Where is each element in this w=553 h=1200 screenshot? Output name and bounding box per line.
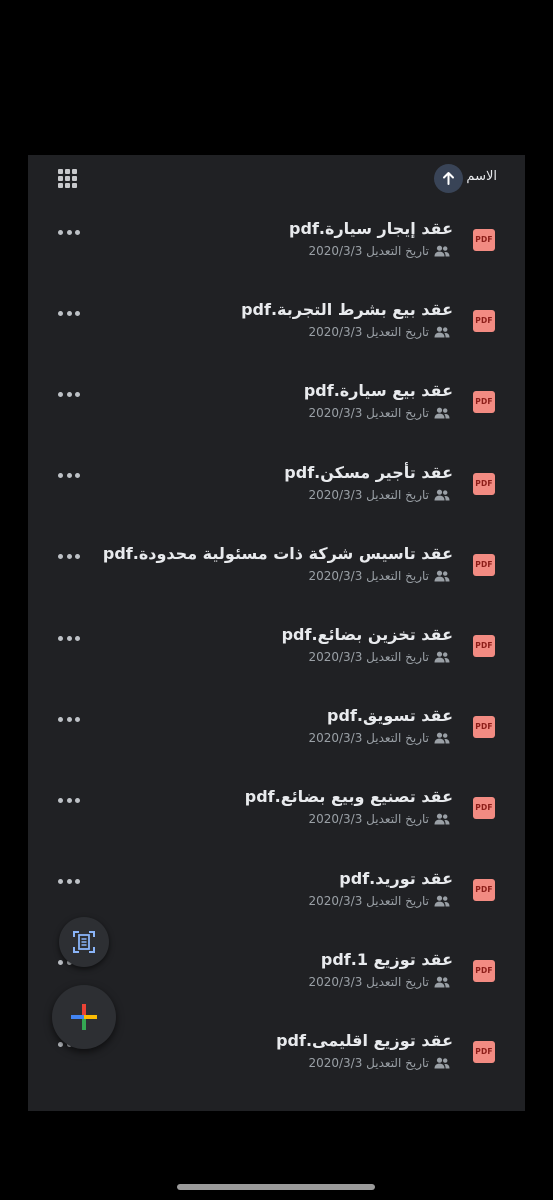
more-options-icon[interactable] — [58, 471, 80, 481]
arrow-up-icon — [443, 172, 454, 185]
more-options-icon[interactable] — [58, 389, 80, 399]
plus-icon — [71, 1004, 97, 1030]
file-list-panel: الاسم PDF عقد إيجار سيارة.pdf تاريخ التعدي… — [28, 155, 525, 1111]
file-name: عقد إيجار سيارة.pdf — [289, 219, 453, 238]
file-row[interactable]: PDF عقد بيع بشرط التجربة.pdf تاريخ التعديل… — [28, 281, 525, 362]
file-row[interactable]: PDF عقد تسويق.pdf تاريخ التعديل 2020/3/3 — [28, 687, 525, 768]
file-name: عقد توزيع اقليمى.pdf — [276, 1031, 453, 1050]
home-indicator[interactable] — [177, 1184, 375, 1190]
more-options-icon[interactable] — [58, 633, 80, 643]
more-options-icon[interactable] — [58, 227, 80, 237]
file-name: عقد توريد.pdf — [339, 868, 453, 888]
shared-people-icon — [434, 245, 450, 257]
shared-people-icon — [434, 489, 450, 501]
file-modified-date: تاريخ التعديل 2020/3/3 — [308, 731, 429, 746]
file-modified-date: تاريخ التعديل 2020/3/3 — [308, 244, 429, 258]
file-row[interactable]: PDF عقد تأجير مسكن.pdf تاريخ التعديل 2020/… — [28, 444, 525, 525]
file-modified-date: تاريخ التعديل 2020/3/3 — [308, 974, 429, 989]
sort-bar: الاسم — [28, 155, 525, 200]
file-name: عقد تصنيع وبيع بضائع.pdf — [244, 787, 453, 807]
file-modified-date: تاريخ التعديل 2020/3/3 — [308, 487, 429, 502]
file-modified-date: تاريخ التعديل 2020/3/3 — [308, 325, 429, 340]
file-modified-date: تاريخ التعديل 2020/3/3 — [308, 568, 429, 583]
sort-label[interactable]: الاسم — [466, 169, 497, 184]
pdf-file-icon: PDF — [473, 635, 495, 657]
file-modified-date: تاريخ التعديل 2020/3/3 — [308, 650, 429, 664]
shared-people-icon — [434, 1057, 450, 1069]
sort-direction-button[interactable] — [434, 164, 463, 193]
file-row[interactable]: PDF عقد تخزين بضائع.pdf تاريخ التعديل 2020… — [28, 606, 525, 687]
scan-document-button[interactable] — [59, 917, 109, 967]
file-name: عقد تأجير مسكن.pdf — [284, 462, 453, 482]
file-row[interactable]: PDF عقد توريد.pdf تاريخ التعديل 2020/3/3 — [28, 850, 525, 931]
file-row[interactable]: PDF عقد تاسيس شركة ذات مسئولية محدودة.pdf… — [28, 525, 525, 606]
file-modified-date: تاريخ التعديل 2020/3/3 — [308, 812, 429, 827]
file-name: عقد تخزين بضائع.pdf — [281, 625, 453, 644]
more-options-icon[interactable] — [58, 308, 80, 318]
file-name: عقد بيع بشرط التجربة.pdf — [241, 300, 453, 320]
shared-people-icon — [434, 976, 450, 988]
shared-people-icon — [434, 895, 450, 907]
more-options-icon[interactable] — [58, 877, 80, 887]
pdf-file-icon: PDF — [473, 229, 495, 251]
new-item-button[interactable] — [52, 985, 116, 1049]
file-name: عقد تسويق.pdf — [327, 706, 453, 726]
file-name: عقد بيع سيارة.pdf — [303, 381, 453, 401]
file-row[interactable]: PDF عقد بيع سيارة.pdf تاريخ التعديل 2020/3… — [28, 362, 525, 443]
pdf-file-icon: PDF — [473, 310, 495, 333]
pdf-file-icon: PDF — [473, 878, 495, 901]
shared-people-icon — [434, 326, 450, 338]
file-row[interactable]: PDF عقد إيجار سيارة.pdf تاريخ التعديل 2020… — [28, 200, 525, 281]
pdf-file-icon: PDF — [473, 1041, 495, 1063]
grid-view-icon[interactable] — [58, 169, 78, 188]
shared-people-icon — [434, 813, 450, 825]
pdf-file-icon: PDF — [473, 553, 495, 576]
file-row[interactable]: PDF عقد تصنيع وبيع بضائع.pdf تاريخ التعديل… — [28, 768, 525, 849]
file-name: عقد تاسيس شركة ذات مسئولية محدودة.pdf — [102, 543, 453, 563]
more-options-icon[interactable] — [58, 795, 80, 805]
file-modified-date: تاريخ التعديل 2020/3/3 — [308, 406, 429, 421]
more-options-icon[interactable] — [58, 552, 80, 562]
pdf-file-icon: PDF — [473, 472, 495, 495]
shared-people-icon — [434, 407, 450, 419]
pdf-file-icon: PDF — [473, 959, 495, 982]
file-name: عقد توزيع 1.pdf — [320, 949, 453, 969]
file-modified-date: تاريخ التعديل 2020/3/3 — [308, 1056, 429, 1070]
more-options-icon[interactable] — [58, 714, 80, 724]
scan-icon — [73, 931, 95, 953]
pdf-file-icon: PDF — [473, 716, 495, 739]
pdf-file-icon: PDF — [473, 391, 495, 414]
shared-people-icon — [434, 651, 450, 663]
pdf-file-icon: PDF — [473, 797, 495, 820]
file-modified-date: تاريخ التعديل 2020/3/3 — [308, 893, 429, 908]
shared-people-icon — [434, 732, 450, 744]
shared-people-icon — [434, 570, 450, 582]
